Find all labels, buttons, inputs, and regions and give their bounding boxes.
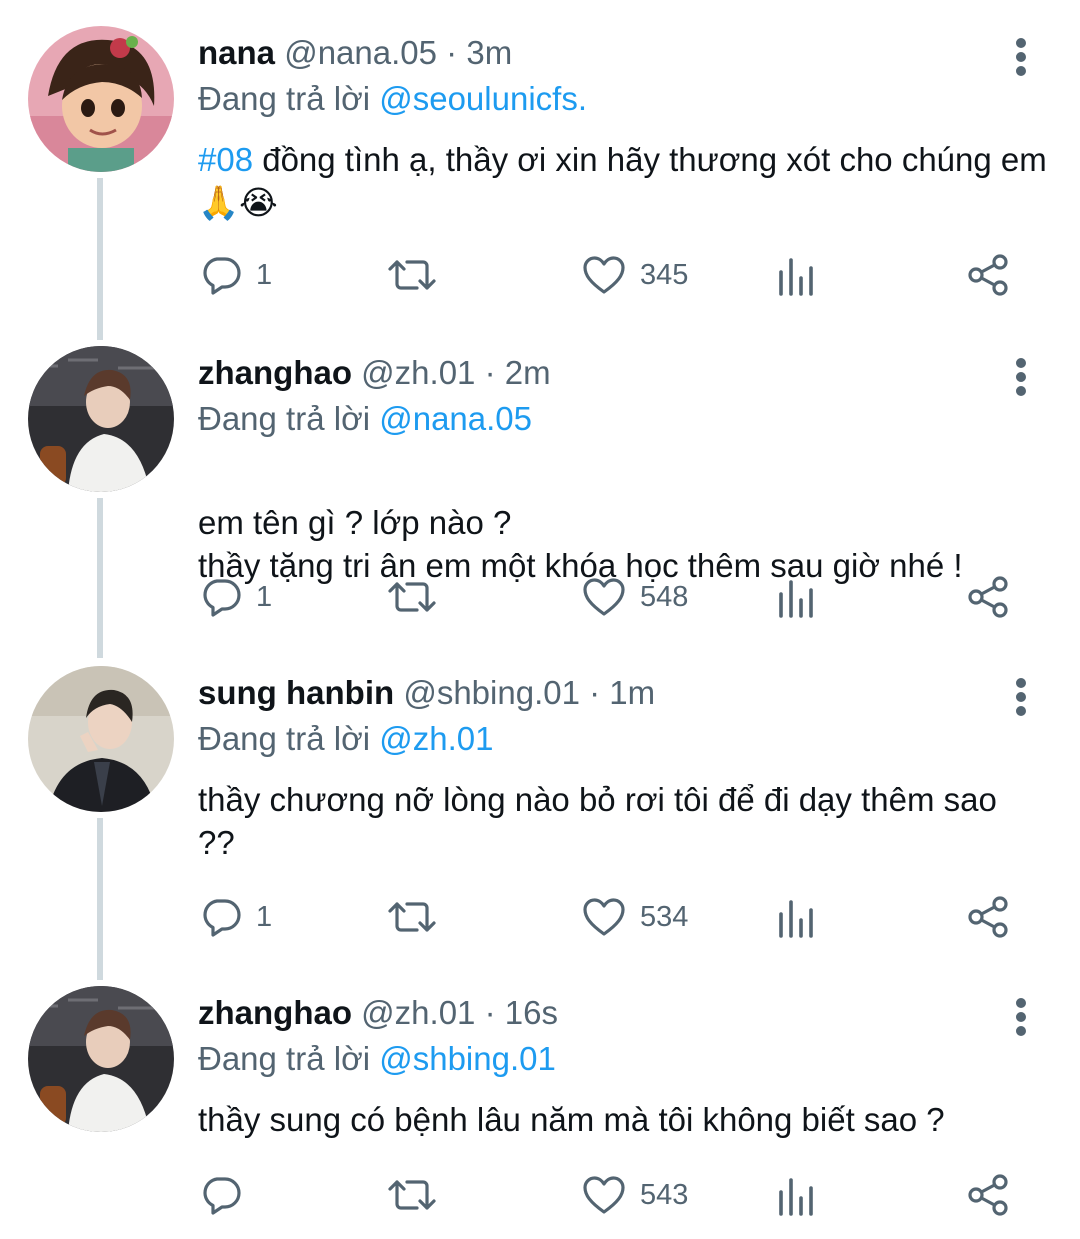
more-vertical-icon[interactable] xyxy=(1004,992,1038,1042)
tweet-body: đồng tình ạ, thầy ơi xin hãy thương xót … xyxy=(198,141,1047,221)
reply-button[interactable] xyxy=(200,1170,256,1220)
action-bar: 1 345 xyxy=(0,250,1080,300)
display-name[interactable]: sung hanbin xyxy=(198,674,394,711)
views-button[interactable] xyxy=(776,1170,816,1220)
more-vertical-icon[interactable] xyxy=(1004,672,1038,722)
action-bar: 1 548 xyxy=(0,572,1080,622)
action-bar: 543 xyxy=(0,1170,1080,1220)
display-name[interactable]: zhanghao xyxy=(198,354,352,391)
replying-to: Đang trả lời @seoulunicfs. xyxy=(198,80,587,118)
replying-to: Đang trả lời @nana.05 xyxy=(198,400,532,438)
reply-icon xyxy=(203,257,241,295)
reply-mention[interactable]: @shbing.01 xyxy=(379,1040,556,1077)
like-count: 534 xyxy=(640,900,689,933)
share-icon xyxy=(968,896,1008,938)
handle[interactable]: @nana.05 xyxy=(284,34,437,71)
reply-icon xyxy=(203,579,241,617)
reply-count: 1 xyxy=(256,900,273,933)
tweet-text: thầy sung có bệnh lâu năm mà tôi không b… xyxy=(198,1098,1058,1141)
reply-button[interactable]: 1 xyxy=(200,250,272,300)
reply-count: 1 xyxy=(256,258,273,291)
tweet-body: thầy sung có bệnh lâu năm mà tôi không b… xyxy=(198,1101,945,1138)
like-count: 345 xyxy=(640,258,689,291)
retweet-icon xyxy=(388,582,436,612)
more-vertical-icon[interactable] xyxy=(1004,32,1038,82)
like-button[interactable]: 548 xyxy=(582,572,688,622)
heart-icon xyxy=(583,1176,625,1214)
tweet-header: nana @nana.05 · 3m xyxy=(198,34,512,72)
separator: · xyxy=(446,34,458,71)
replying-label: Đang trả lời xyxy=(198,400,371,437)
replying-to: Đang trả lời @shbing.01 xyxy=(198,1040,556,1078)
share-button[interactable] xyxy=(966,892,1010,942)
handle[interactable]: @zh.01 xyxy=(361,994,475,1031)
share-icon xyxy=(968,254,1008,296)
reply-mention[interactable]: @seoulunicfs. xyxy=(379,80,587,117)
tweet-text: em tên gì ? lớp nào ? thầy tặng tri ân e… xyxy=(198,458,1058,587)
avatar[interactable] xyxy=(28,346,174,492)
avatar[interactable] xyxy=(28,986,174,1132)
separator: · xyxy=(589,674,601,711)
timestamp[interactable]: 1m xyxy=(609,674,655,711)
replying-label: Đang trả lời xyxy=(198,720,371,757)
views-button[interactable] xyxy=(776,892,816,942)
analytics-icon xyxy=(779,580,813,618)
reply-icon xyxy=(203,899,241,937)
tweet-text: #08 đồng tình ạ, thầy ơi xin hãy thương … xyxy=(198,138,1058,224)
analytics-icon xyxy=(779,1178,813,1216)
views-button[interactable] xyxy=(776,250,816,300)
share-button[interactable] xyxy=(966,250,1010,300)
like-count: 543 xyxy=(640,1178,689,1211)
tweet-header: zhanghao @zh.01 · 16s xyxy=(198,994,558,1032)
heart-icon xyxy=(583,256,625,294)
like-button[interactable]: 543 xyxy=(582,1170,688,1220)
like-button[interactable]: 345 xyxy=(582,250,688,300)
share-button[interactable] xyxy=(966,572,1010,622)
replying-label: Đang trả lời xyxy=(198,1040,371,1077)
handle[interactable]: @shbing.01 xyxy=(403,674,580,711)
tweet-body: thầy chương nỡ lòng nào bỏ rơi tôi để đi… xyxy=(198,781,997,861)
handle[interactable]: @zh.01 xyxy=(361,354,475,391)
like-button[interactable]: 534 xyxy=(582,892,688,942)
retweet-icon xyxy=(388,902,436,932)
avatar[interactable] xyxy=(28,26,174,172)
separator: · xyxy=(484,354,496,391)
reply-icon xyxy=(203,1177,241,1215)
avatar[interactable] xyxy=(28,666,174,812)
heart-icon xyxy=(583,898,625,936)
reply-mention[interactable]: @nana.05 xyxy=(379,400,532,437)
timestamp[interactable]: 2m xyxy=(505,354,551,391)
reply-mention[interactable]: @zh.01 xyxy=(379,720,493,757)
analytics-icon xyxy=(779,900,813,938)
retweet-icon xyxy=(388,1180,436,1210)
reply-button[interactable]: 1 xyxy=(200,572,272,622)
tweet-header: zhanghao @zh.01 · 2m xyxy=(198,354,551,392)
display-name[interactable]: nana xyxy=(198,34,275,71)
share-icon xyxy=(968,1174,1008,1216)
retweet-button[interactable] xyxy=(386,892,438,942)
separator: · xyxy=(484,994,496,1031)
more-vertical-icon[interactable] xyxy=(1004,352,1038,402)
views-button[interactable] xyxy=(776,572,816,622)
share-button[interactable] xyxy=(966,1170,1010,1220)
heart-icon xyxy=(583,578,625,616)
tweet-header: sung hanbin @shbing.01 · 1m xyxy=(198,674,655,712)
hashtag[interactable]: #08 xyxy=(198,141,253,178)
replying-to: Đang trả lời @zh.01 xyxy=(198,720,493,758)
timestamp[interactable]: 16s xyxy=(505,994,558,1031)
retweet-button[interactable] xyxy=(386,250,438,300)
action-bar: 1 534 xyxy=(0,892,1080,942)
analytics-icon xyxy=(779,258,813,296)
share-icon xyxy=(968,576,1008,618)
reply-count: 1 xyxy=(256,580,273,613)
timestamp[interactable]: 3m xyxy=(466,34,512,71)
like-count: 548 xyxy=(640,580,689,613)
retweet-button[interactable] xyxy=(386,572,438,622)
retweet-icon xyxy=(388,260,436,290)
replying-label: Đang trả lời xyxy=(198,80,371,117)
retweet-button[interactable] xyxy=(386,1170,438,1220)
display-name[interactable]: zhanghao xyxy=(198,994,352,1031)
reply-button[interactable]: 1 xyxy=(200,892,272,942)
tweet-text: thầy chương nỡ lòng nào bỏ rơi tôi để đi… xyxy=(198,778,998,864)
